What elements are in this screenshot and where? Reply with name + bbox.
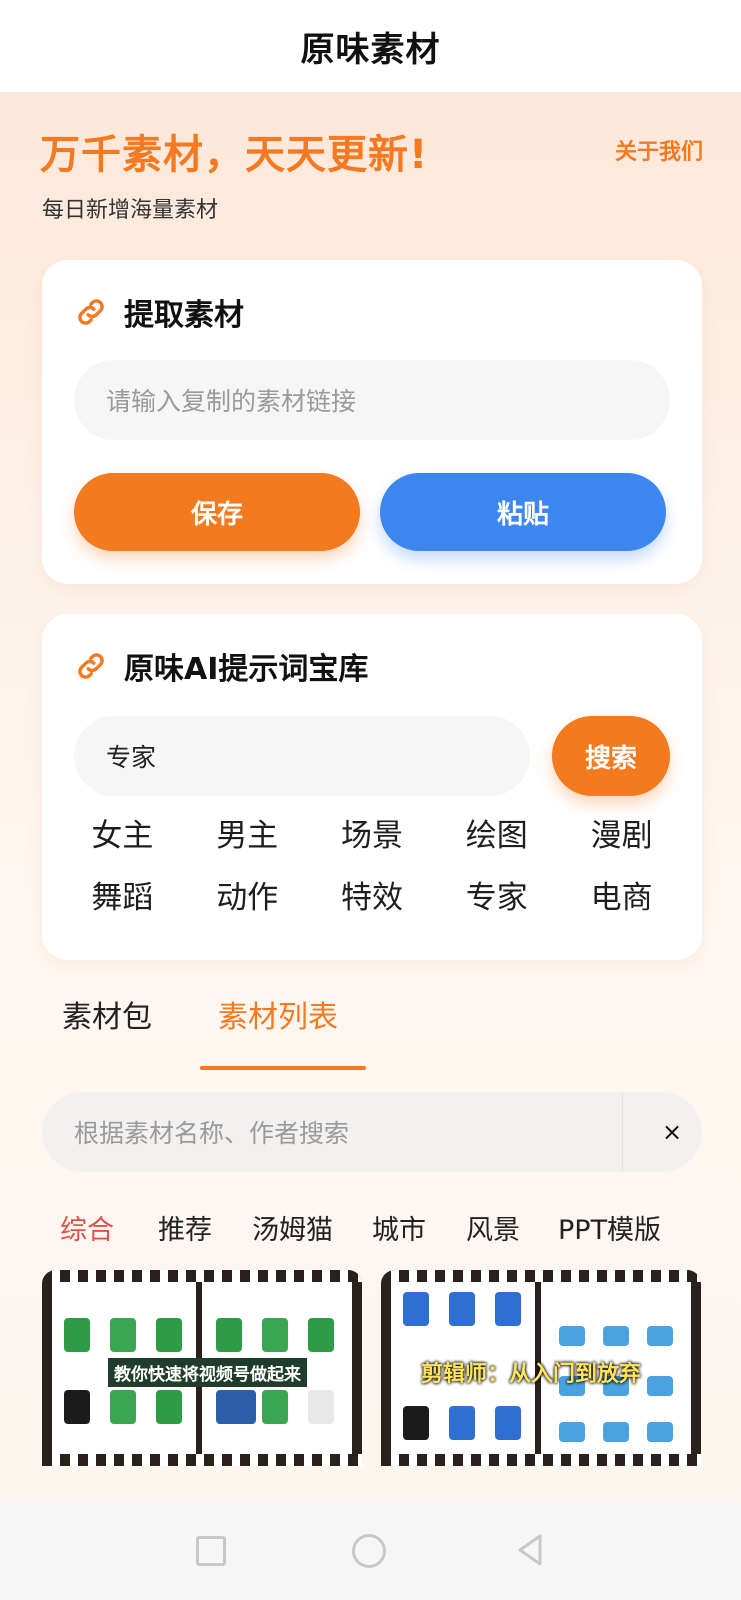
prompt-tag[interactable]: 专家 bbox=[434, 876, 559, 920]
prompt-card-header: 原味AI提示词宝库 bbox=[74, 644, 368, 688]
video-tile bbox=[110, 1318, 136, 1352]
film-strip bbox=[381, 1270, 701, 1282]
hero-subtitle: 每日新增海量素材 bbox=[42, 198, 219, 223]
save-button[interactable]: 保存 bbox=[74, 473, 360, 551]
folder-icon bbox=[603, 1422, 629, 1442]
extract-card-header: 提取素材 bbox=[74, 290, 244, 334]
tab-material-list[interactable]: 素材列表 bbox=[218, 992, 338, 1036]
video-tile bbox=[156, 1390, 182, 1424]
film-strip bbox=[42, 1454, 362, 1466]
category-item-tom-cat[interactable]: 汤姆猫 bbox=[252, 1208, 333, 1247]
category-item-scenery[interactable]: 风景 bbox=[466, 1208, 520, 1247]
prompt-tag-grid: 女主 男主 场景 绘图 漫剧 舞蹈 动作 特效 专家 电商 bbox=[60, 814, 684, 920]
video-tile bbox=[110, 1390, 136, 1424]
film-strip bbox=[42, 1270, 362, 1282]
material-link-input[interactable]: 请输入复制的素材链接 bbox=[74, 360, 670, 440]
category-item-comprehensive[interactable]: 综合 bbox=[60, 1208, 114, 1247]
app-title: 原味素材 bbox=[300, 29, 441, 70]
square-icon[interactable] bbox=[196, 1536, 226, 1566]
folder-icon bbox=[647, 1326, 673, 1346]
thumbnail-caption: 教你快速将视频号做起来 bbox=[108, 1358, 307, 1387]
prompt-tag[interactable]: 舞蹈 bbox=[60, 876, 185, 920]
prompt-tag[interactable]: 男主 bbox=[185, 814, 310, 858]
folder-icon bbox=[559, 1422, 585, 1442]
prompt-tag[interactable]: 特效 bbox=[310, 876, 435, 920]
link-icon bbox=[78, 653, 104, 679]
video-tile bbox=[308, 1318, 334, 1352]
prompt-tag[interactable]: 女主 bbox=[60, 814, 185, 858]
video-tile bbox=[216, 1390, 256, 1424]
app-bar: 原味素材 bbox=[0, 0, 741, 92]
active-tab-indicator bbox=[200, 1066, 366, 1070]
about-us-link[interactable]: 关于我们 bbox=[615, 134, 703, 166]
folder-icon bbox=[647, 1422, 673, 1442]
tab-material-pack[interactable]: 素材包 bbox=[62, 992, 152, 1036]
material-thumbnail[interactable]: 剪辑师：从入门到放弃 bbox=[381, 1270, 701, 1466]
folder-icon bbox=[647, 1376, 673, 1396]
video-tile bbox=[403, 1292, 429, 1326]
prompt-tag[interactable]: 电商 bbox=[559, 876, 684, 920]
video-tile bbox=[403, 1406, 429, 1440]
prompt-card-title: 原味AI提示词宝库 bbox=[124, 652, 369, 687]
category-item-recommended[interactable]: 推荐 bbox=[158, 1208, 212, 1247]
prompt-tag[interactable]: 场景 bbox=[310, 814, 435, 858]
back-triangle-icon[interactable] bbox=[512, 1532, 548, 1568]
video-tile bbox=[262, 1390, 288, 1424]
thumbnail-caption: 剪辑师：从入门到放弃 bbox=[421, 1362, 642, 1387]
folder-icon bbox=[603, 1326, 629, 1346]
link-icon bbox=[78, 299, 104, 325]
video-tile bbox=[64, 1318, 90, 1352]
prompt-tag[interactable]: 漫剧 bbox=[559, 814, 684, 858]
material-tabs: 素材包 素材列表 bbox=[0, 980, 741, 1070]
search-button[interactable]: 搜索 bbox=[552, 716, 670, 796]
video-tile bbox=[262, 1318, 288, 1352]
material-search-bar: 根据素材名称、作者搜索 × bbox=[42, 1092, 702, 1172]
system-nav-bar bbox=[0, 1502, 741, 1600]
prompt-tag[interactable]: 动作 bbox=[185, 876, 310, 920]
extract-card-title: 提取素材 bbox=[124, 298, 244, 333]
video-tile bbox=[449, 1292, 475, 1326]
material-thumbnail[interactable]: 教你快速将视频号做起来 bbox=[42, 1270, 362, 1466]
prompt-search-input[interactable]: 专家 bbox=[74, 716, 530, 796]
circle-icon[interactable] bbox=[352, 1534, 386, 1568]
material-search-input[interactable]: 根据素材名称、作者搜索 bbox=[74, 1092, 349, 1172]
hero-title: 万千素材，天天更新! bbox=[40, 132, 429, 178]
video-tile bbox=[495, 1292, 521, 1326]
video-tile bbox=[308, 1390, 334, 1424]
video-tile bbox=[64, 1390, 90, 1424]
video-tile bbox=[449, 1406, 475, 1440]
prompt-tag[interactable]: 绘图 bbox=[434, 814, 559, 858]
clear-icon[interactable]: × bbox=[652, 1092, 692, 1172]
video-tile bbox=[156, 1318, 182, 1352]
video-tile bbox=[216, 1318, 242, 1352]
search-divider bbox=[622, 1092, 623, 1172]
extract-card: 提取素材 请输入复制的素材链接 保存 粘贴 bbox=[42, 260, 702, 584]
video-tile bbox=[495, 1406, 521, 1440]
category-item-city[interactable]: 城市 bbox=[372, 1208, 426, 1247]
folder-icon bbox=[559, 1326, 585, 1346]
category-item-ppt-template[interactable]: PPT模版 bbox=[558, 1208, 661, 1247]
paste-button[interactable]: 粘贴 bbox=[380, 473, 666, 551]
prompt-library-card: 原味AI提示词宝库 专家 搜索 女主 男主 场景 绘图 漫剧 舞蹈 动作 特效 … bbox=[42, 614, 702, 960]
film-strip bbox=[381, 1454, 701, 1466]
